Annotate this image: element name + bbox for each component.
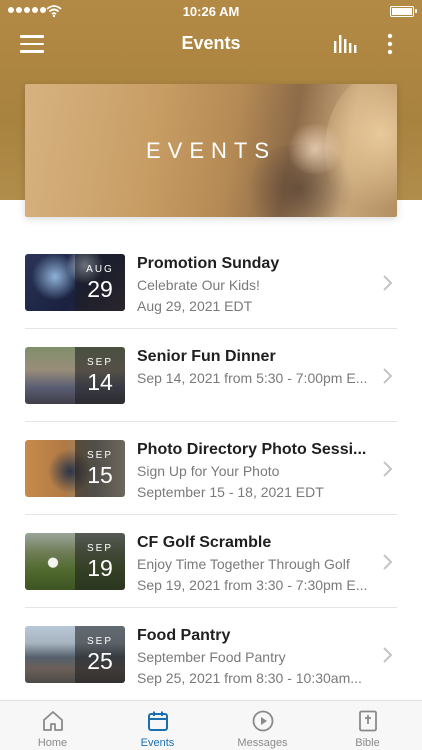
event-title: CF Golf Scramble [137,534,272,551]
event-month: AUG [86,264,114,275]
page-title: Events [181,33,241,53]
event-thumbnail: AUG 29 [25,254,125,311]
event-row[interactable]: SEP 15 Photo Directory Photo Sessi... Si… [0,422,422,515]
navigation-bar: Events [0,24,422,64]
chevron-right-icon [383,461,393,477]
event-day: 29 [87,276,113,302]
more-vertical-icon[interactable] [384,32,396,56]
event-row[interactable]: AUG 29 Promotion Sunday Celebrate Our Ki… [0,236,422,329]
event-date-badge: SEP 15 [75,440,125,497]
banner-label: EVENTS [145,138,277,163]
event-thumbnail: SEP 14 [25,347,125,404]
event-day: 14 [87,369,113,395]
event-date-badge: SEP 19 [75,533,125,590]
bible-icon [359,710,377,732]
tab-home[interactable]: Home [0,701,105,750]
event-row[interactable]: SEP 14 Senior Fun Dinner Sep 14, 2021 fr… [0,329,422,422]
events-banner: EVENTS [25,84,397,217]
event-day: 19 [87,555,113,581]
events-list: AUG 29 Promotion Sunday Celebrate Our Ki… [0,236,422,701]
event-title: Promotion Sunday [137,255,280,272]
tab-label: Home [37,737,68,749]
event-row[interactable]: SEP 25 Food Pantry September Food Pantry… [0,608,422,701]
event-month: SEP [86,543,113,554]
event-date-badge: AUG 29 [75,254,125,311]
tab-label: Events [140,737,175,749]
event-date-badge: SEP 25 [75,626,125,683]
event-title: Photo Directory Photo Sessi... [137,441,367,458]
chevron-right-icon [383,275,393,291]
event-month: SEP [86,636,113,647]
tab-events[interactable]: Events [105,701,210,750]
chevron-right-icon [383,554,393,570]
play-circle-icon [252,710,274,732]
event-title: Food Pantry [137,627,231,644]
event-thumbnail: SEP 25 [25,626,125,683]
event-day: 15 [87,462,113,488]
bottom-tab-bar: Home Events Messages Bible [0,700,422,750]
chevron-right-icon [383,647,393,663]
status-time: 10:26 AM [182,4,240,19]
event-date: Sep 25, 2021 from 8:30 - 10:30am... [137,670,362,686]
event-subtitle: Sign Up for Your Photo [137,463,280,479]
status-bar: 10:26 AM [0,0,422,24]
event-date: September 15 - 18, 2021 EDT [137,484,324,500]
tab-messages[interactable]: Messages [210,701,315,750]
event-title: Senior Fun Dinner [137,348,276,365]
event-thumbnail: SEP 19 [25,533,125,590]
tab-label: Messages [237,737,288,749]
event-row[interactable]: SEP 19 CF Golf Scramble Enjoy Time Toget… [0,515,422,608]
event-subtitle: Enjoy Time Together Through Golf [137,556,350,572]
tab-label: Bible [355,737,380,749]
event-thumbnail: SEP 15 [25,440,125,497]
event-date: Aug 29, 2021 EDT [137,298,253,314]
audio-bars-icon[interactable] [332,33,358,55]
home-icon [43,711,63,731]
event-subtitle: Sep 14, 2021 from 5:30 - 7:00pm E... [137,370,368,386]
event-subtitle: Celebrate Our Kids! [137,277,260,293]
battery-icon [390,6,417,17]
event-subtitle: September Food Pantry [137,649,286,665]
event-date: Sep 19, 2021 from 3:30 - 7:30pm E... [137,577,368,593]
event-date-badge: SEP 14 [75,347,125,404]
calendar-icon [148,711,168,731]
event-day: 25 [87,648,113,674]
tab-bible[interactable]: Bible [315,701,420,750]
event-month: SEP [86,357,113,368]
event-month: SEP [86,450,113,461]
chevron-right-icon [383,368,393,384]
